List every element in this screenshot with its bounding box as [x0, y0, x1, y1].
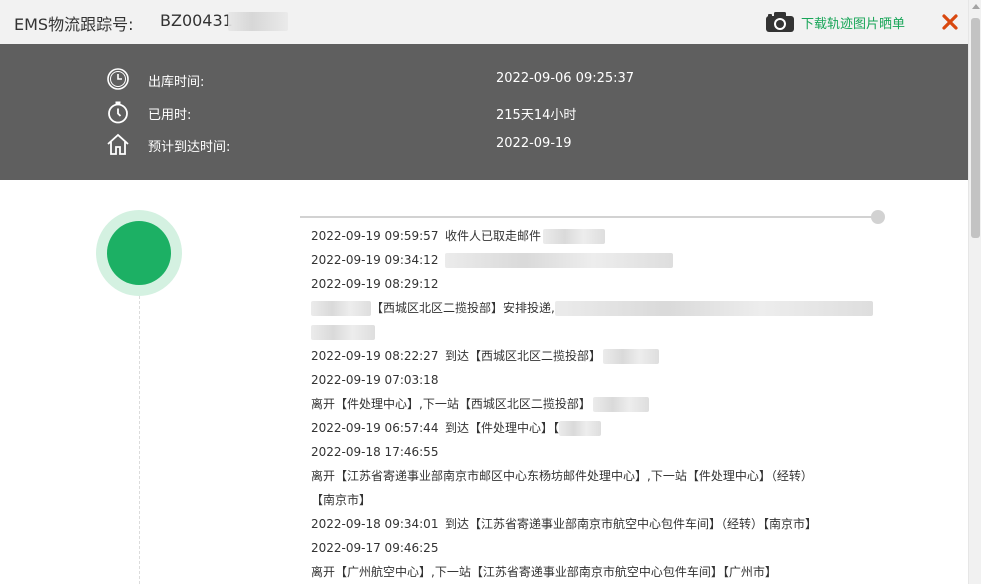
download-track-image-button[interactable]: 下载轨迹图片晒单 — [765, 8, 905, 36]
elapsed-value: 215天14小时 — [496, 108, 577, 123]
event-time: 2022-09-19 08:29:12 — [311, 277, 439, 291]
outbound-label: 出库时间: — [148, 75, 205, 90]
tracking-number-redaction — [228, 12, 288, 31]
event-desc: 到达【西城区北区二揽投部】 — [445, 349, 602, 363]
event-desc: 到达【件处理中心】【 — [445, 421, 560, 435]
event-item: 2022-09-19 09:59:57 收件人已取走邮件 — [311, 224, 876, 248]
event-item: 2022-09-18 17:46:55 离开【江苏省寄递事业部南京市邮区中心东杨… — [311, 440, 876, 512]
event-time: 2022-09-17 09:46:25 — [311, 541, 439, 555]
tracking-label: EMS物流跟踪号: — [14, 15, 134, 34]
event-row: 2022-09-19 08:22:27 到达【西城区北区二揽投部】 — [311, 344, 876, 368]
eta-row: 预计到达时间: 2022-09-19 — [0, 130, 968, 160]
event-item: 2022-09-19 08:22:27 到达【西城区北区二揽投部】 — [311, 344, 876, 368]
event-row: 2022-09-18 09:34:01 到达【江苏省寄递事业部南京市航空中心包件车… — [311, 512, 876, 536]
event-row: 2022-09-19 06:57:44 到达【件处理中心】【 — [311, 416, 876, 440]
event-desc-row: 离开【件处理中心】,下一站【西城区北区二揽投部】 — [311, 392, 876, 416]
close-icon[interactable] — [940, 12, 960, 32]
track-end-dot — [871, 210, 885, 224]
redaction — [559, 421, 602, 436]
event-item: 2022-09-19 07:03:18 离开【件处理中心】,下一站【西城区北区二… — [311, 368, 876, 416]
redaction — [554, 301, 873, 316]
elapsed-label: 已用时: — [148, 108, 192, 123]
event-time: 2022-09-18 09:34:01 — [311, 517, 439, 531]
event-row: 2022-09-18 17:46:55 — [311, 440, 876, 464]
event-time: 2022-09-19 06:57:44 — [311, 421, 439, 435]
event-item: 2022-09-17 09:46:25 离开【广州航空中心】,下一站【江苏省寄递… — [311, 536, 876, 584]
camera-icon — [766, 12, 794, 32]
redaction — [445, 253, 673, 268]
event-time: 2022-09-19 09:59:57 — [311, 229, 439, 243]
event-row: 2022-09-19 09:34:12 — [311, 248, 876, 272]
event-desc: 离开【广州航空中心】,下一站【江苏省寄递事业部南京市航空中心包件车间】【广州市】 — [311, 565, 777, 579]
eta-label: 预计到达时间: — [148, 140, 231, 155]
event-item: 2022-09-19 09:34:12 — [311, 248, 876, 272]
outbound-row: 出库时间: 2022-09-06 09:25:37 — [0, 65, 968, 95]
event-time: 2022-09-19 09:34:12 — [311, 253, 439, 267]
event-time: 2022-09-19 07:03:18 — [311, 373, 439, 387]
stopwatch-icon — [108, 101, 128, 124]
tracking-number: BZ00431 — [160, 11, 233, 30]
redaction — [592, 397, 649, 412]
event-desc-row: 【西城区北区二揽投部】安排投递, — [311, 296, 876, 320]
header-bar: EMS物流跟踪号: BZ00431 下载轨迹图片晒单 — [0, 0, 968, 45]
event-desc-row: 离开【广州航空中心】,下一站【江苏省寄递事业部南京市航空中心包件车间】【广州市】 — [311, 560, 876, 584]
event-desc: 【西城区北区二揽投部】安排投递, — [371, 301, 555, 315]
home-icon — [107, 133, 129, 155]
redaction — [311, 301, 371, 316]
event-row: 2022-09-19 08:29:12 — [311, 272, 876, 296]
redaction — [543, 229, 606, 244]
scroll-up-arrow[interactable] — [972, 4, 980, 9]
event-desc-row: 离开【江苏省寄递事业部南京市邮区中心东杨坊邮件处理中心】,下一站【件处理中心】（… — [311, 464, 876, 488]
scrollbar-thumb[interactable] — [971, 18, 980, 238]
event-row: 2022-09-19 07:03:18 — [311, 368, 876, 392]
event-desc: 离开【江苏省寄递事业部南京市邮区中心东杨坊邮件处理中心】,下一站【件处理中心】（… — [311, 469, 813, 483]
vertical-scrollbar[interactable] — [968, 0, 981, 584]
event-time: 2022-09-19 08:22:27 — [311, 349, 439, 363]
event-desc: 【南京市】 — [311, 493, 372, 507]
download-track-image-label: 下载轨迹图片晒单 — [801, 16, 906, 32]
event-time: 2022-09-18 17:46:55 — [311, 445, 439, 459]
event-item: 2022-09-19 06:57:44 到达【件处理中心】【 — [311, 416, 876, 440]
event-row: 2022-09-19 09:59:57 收件人已取走邮件 — [311, 224, 876, 248]
event-desc-row: 【南京市】 — [311, 488, 876, 512]
event-desc-row — [311, 320, 876, 344]
redaction — [603, 349, 660, 364]
track-line — [300, 216, 878, 218]
event-row: 2022-09-17 09:46:25 — [311, 536, 876, 560]
event-desc: 到达【江苏省寄递事业部南京市航空中心包件车间】（经转）【南京市】 — [445, 517, 818, 531]
tracking-events: 2022-09-19 09:59:57 收件人已取走邮件 2022-09-19 0… — [311, 224, 876, 584]
delivered-status-dot — [107, 221, 171, 285]
elapsed-row: 已用时: 215天14小时 — [0, 98, 968, 128]
eta-value: 2022-09-19 — [496, 136, 572, 151]
event-item: 2022-09-18 09:34:01 到达【江苏省寄递事业部南京市航空中心包件车… — [311, 512, 876, 536]
summary-panel: 出库时间: 2022-09-06 09:25:37 已用时: 215天14小时 … — [0, 44, 968, 180]
event-desc: 收件人已取走邮件 — [445, 229, 542, 243]
event-item: 2022-09-19 08:29:12 【西城区北区二揽投部】安排投递, — [311, 272, 876, 344]
clock-icon — [107, 68, 129, 90]
delivered-status-indicator — [96, 210, 182, 296]
event-desc: 离开【件处理中心】,下一站【西城区北区二揽投部】 — [311, 397, 591, 411]
outbound-value: 2022-09-06 09:25:37 — [496, 71, 635, 86]
timeline-dashed-line — [139, 296, 140, 584]
redaction — [311, 325, 375, 340]
